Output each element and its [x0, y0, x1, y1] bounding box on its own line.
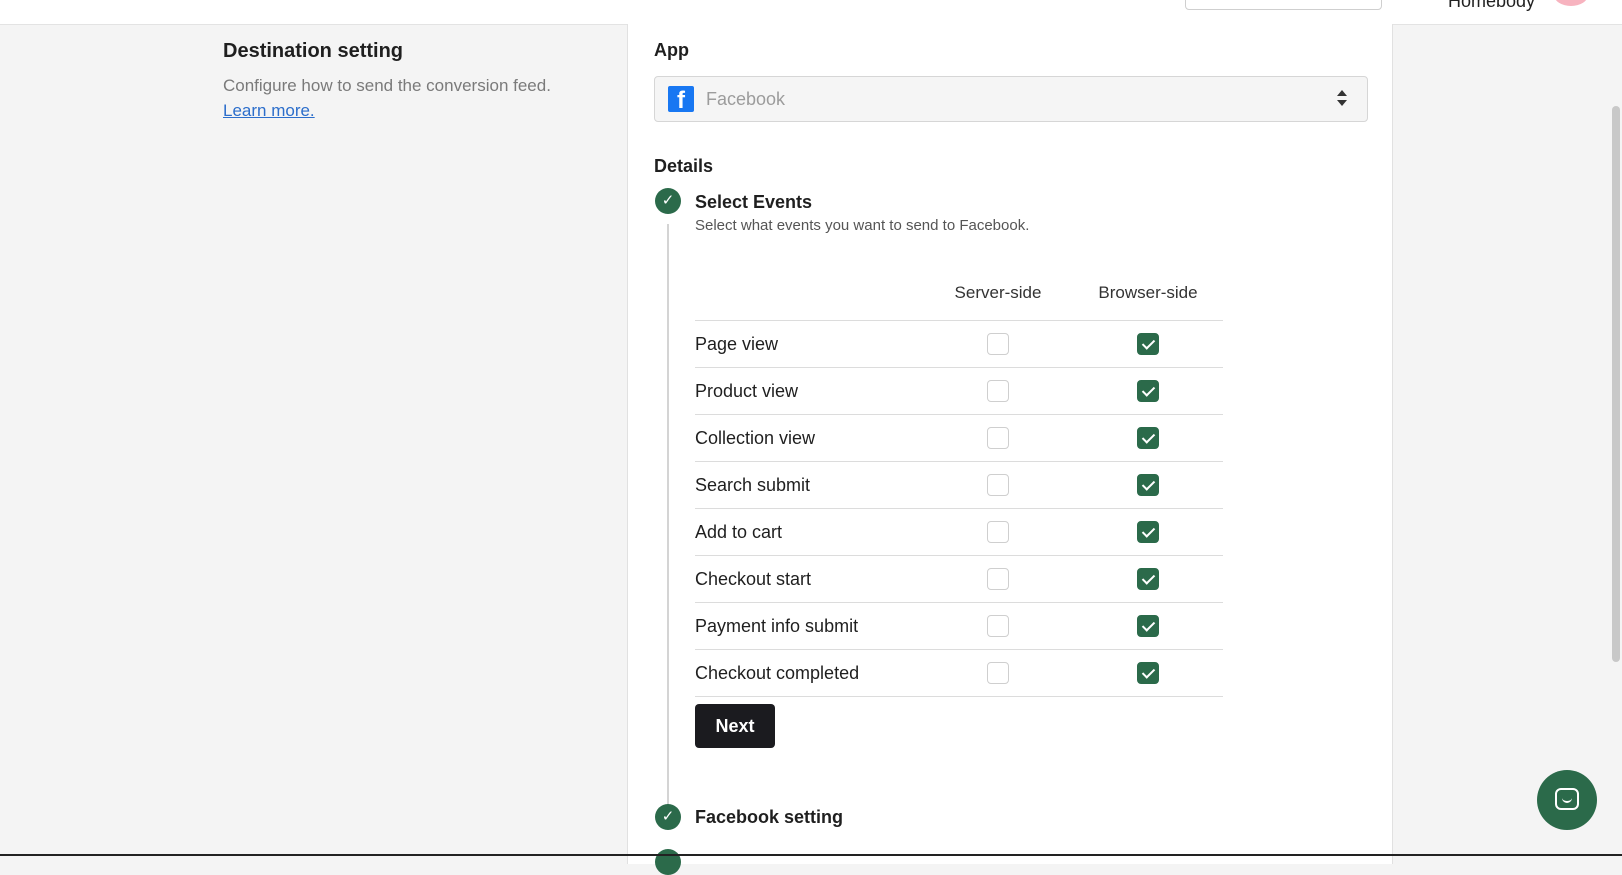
server-side-checkbox[interactable] [987, 615, 1009, 637]
app-label: App [654, 40, 689, 60]
column-server-side: Server-side [954, 283, 1042, 302]
browser-side-checkbox[interactable] [1137, 615, 1159, 637]
table-row: Add to cart [695, 509, 1223, 556]
app-select[interactable]: f Facebook [654, 76, 1368, 122]
store-name[interactable]: Homebody [1448, 0, 1535, 12]
table-row: Payment info submit [695, 603, 1223, 650]
event-label: Product view [695, 381, 799, 401]
server-side-checkbox[interactable] [987, 662, 1009, 684]
events-table-header: Server-side Browser-side [695, 272, 1223, 321]
app-select-value: Facebook [706, 89, 786, 109]
events-table: Server-side Browser-side Page view Produc… [695, 272, 1223, 697]
event-label: Collection view [695, 428, 816, 448]
learn-more-link[interactable]: Learn more. [223, 101, 315, 120]
step-complete-check-icon: ✓ [655, 188, 681, 214]
table-row: Checkout start [695, 556, 1223, 603]
table-row: Checkout completed [695, 650, 1223, 697]
step-complete-check-icon: ✓ [655, 804, 681, 830]
server-side-checkbox[interactable] [987, 380, 1009, 402]
server-side-checkbox[interactable] [987, 333, 1009, 355]
column-browser-side: Browser-side [1098, 283, 1198, 302]
top-bar: Homebody [0, 0, 1622, 25]
section-description-text: Configure how to send the conversion fee… [223, 76, 551, 95]
event-label: Checkout completed [695, 663, 860, 683]
browser-side-checkbox[interactable] [1137, 427, 1159, 449]
search-input[interactable] [1185, 0, 1382, 10]
step-title-facebook-setting[interactable]: Facebook setting [695, 807, 843, 828]
scrollbar[interactable] [1612, 106, 1620, 662]
table-row: Product view [695, 368, 1223, 415]
table-row: Collection view [695, 415, 1223, 462]
event-label: Page view [695, 334, 779, 354]
chat-button[interactable] [1537, 770, 1597, 830]
browser-side-checkbox[interactable] [1137, 568, 1159, 590]
step-connector [667, 224, 669, 824]
select-arrows-icon [1337, 90, 1347, 106]
server-side-checkbox[interactable] [987, 427, 1009, 449]
event-label: Checkout start [695, 569, 812, 589]
server-side-checkbox[interactable] [987, 474, 1009, 496]
server-side-checkbox[interactable] [987, 568, 1009, 590]
avatar[interactable] [1554, 0, 1588, 6]
event-label: Payment info submit [695, 616, 859, 636]
table-row: Search submit [695, 462, 1223, 509]
section-description: Configure how to send the conversion fee… [223, 73, 553, 123]
destination-card: App f Facebook Details ✓ Select Events S… [627, 24, 1393, 875]
server-side-checkbox[interactable] [987, 521, 1009, 543]
browser-side-checkbox[interactable] [1137, 380, 1159, 402]
step-description: Select what events you want to send to F… [695, 217, 1030, 234]
step-complete-check-icon [655, 849, 681, 875]
step-title-select-events[interactable]: Select Events [695, 192, 812, 213]
section-title: Destination setting [223, 40, 404, 62]
chat-icon [1555, 788, 1579, 810]
event-label: Add to cart [695, 522, 783, 542]
facebook-icon: f [668, 86, 694, 112]
browser-side-checkbox[interactable] [1137, 474, 1159, 496]
event-label: Search submit [695, 475, 811, 495]
next-button[interactable]: Next [695, 704, 775, 748]
browser-side-checkbox[interactable] [1137, 333, 1159, 355]
details-label: Details [654, 156, 714, 176]
browser-side-checkbox[interactable] [1137, 521, 1159, 543]
section-intro: Destination setting Configure how to sen… [223, 40, 553, 123]
table-row: Page view [695, 321, 1223, 368]
browser-side-checkbox[interactable] [1137, 662, 1159, 684]
